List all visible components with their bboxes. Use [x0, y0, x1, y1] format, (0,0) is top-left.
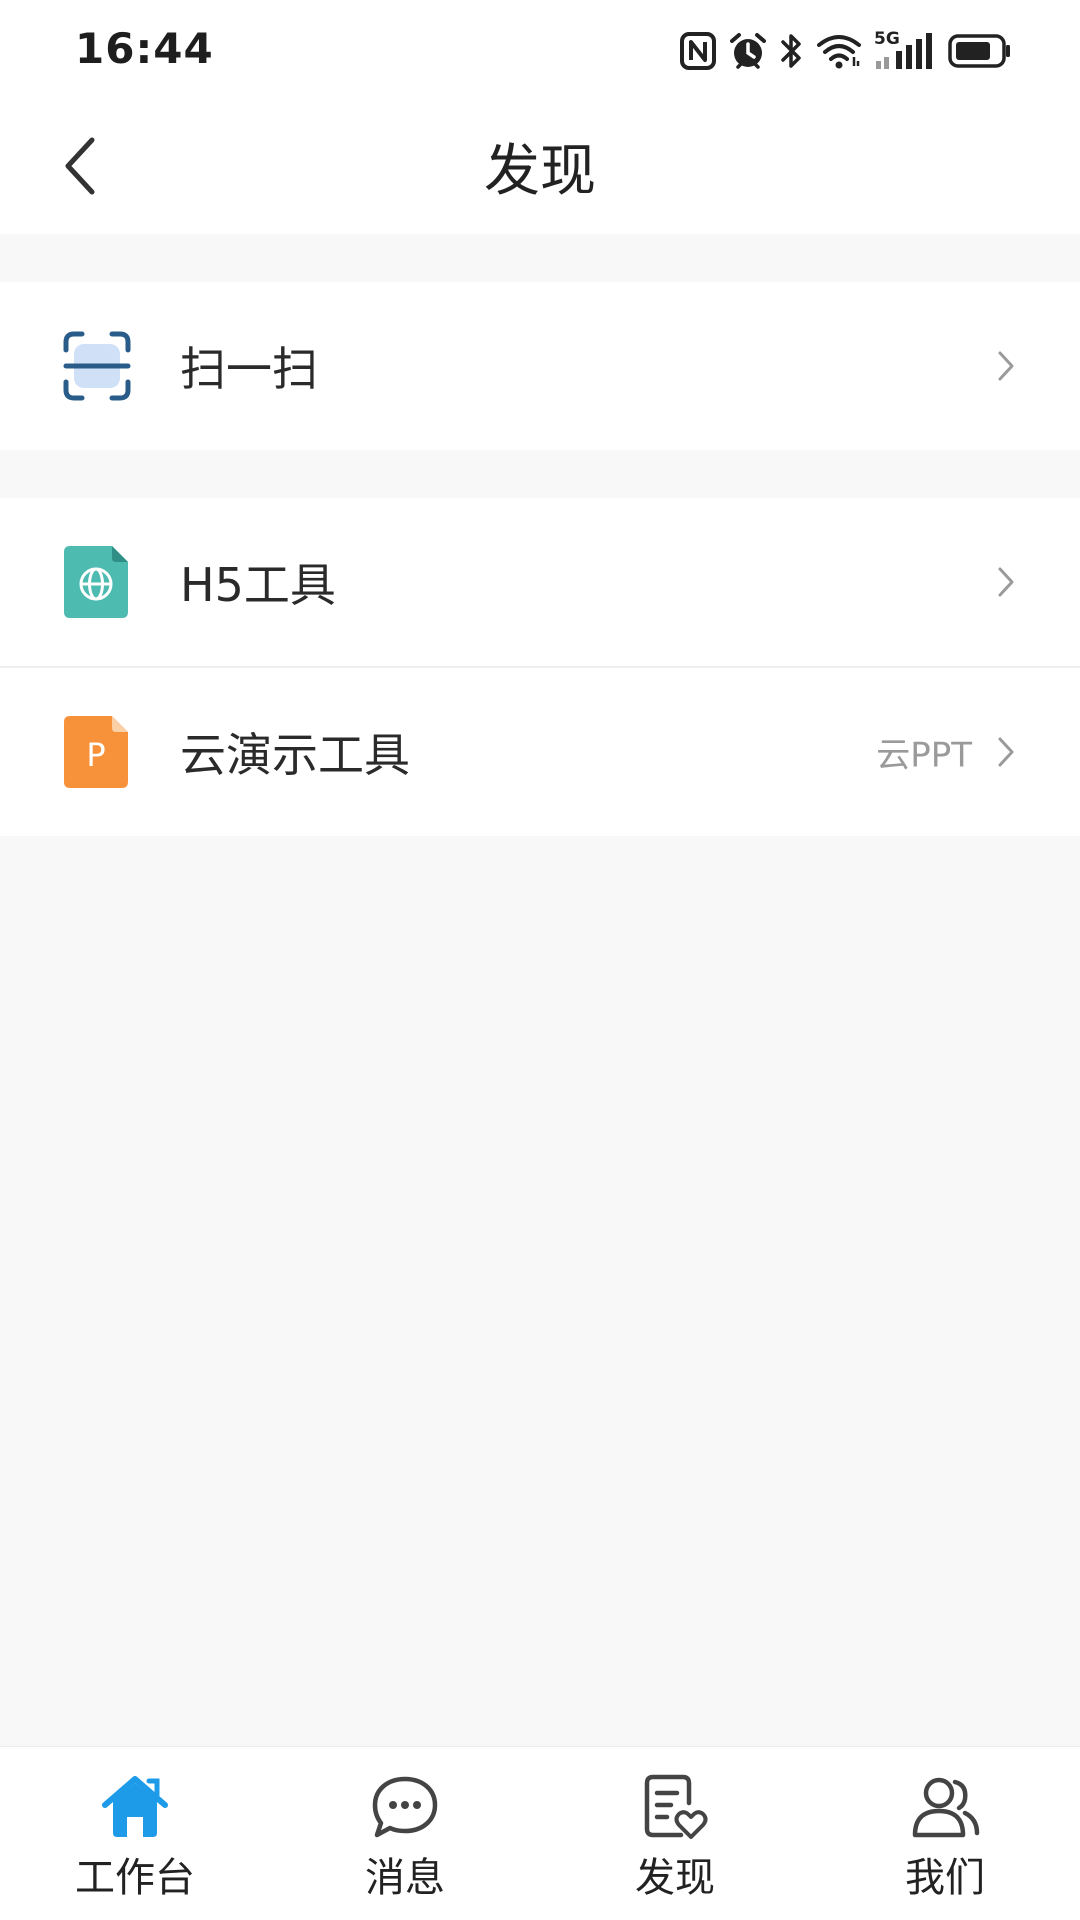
menu-item-extra: 云PPT	[876, 735, 972, 776]
chevron-right-icon	[994, 349, 1018, 383]
h5-globe-file-icon	[62, 546, 132, 618]
menu-item-h5-tools[interactable]: H5工具	[0, 498, 1080, 666]
bottom-nav: 工作台 消息 发现 我们	[0, 1746, 1080, 1920]
menu-group-tools: H5工具 P 云演示工具 云PPT	[0, 498, 1080, 836]
status-time: 16:44	[75, 24, 214, 73]
menu-item-scan[interactable]: 扫一扫	[0, 282, 1080, 450]
nav-item-workbench[interactable]: 工作台	[0, 1747, 270, 1920]
nav-item-discover[interactable]: 发现	[540, 1747, 810, 1920]
chat-bubble-icon	[369, 1773, 441, 1841]
discover-screen: 16:44 5G 发现 扫一扫 H5工具 P 云演示工具 云PPT 工作台 消息…	[0, 0, 1080, 1920]
nav-item-messages[interactable]: 消息	[270, 1747, 540, 1920]
scan-icon	[62, 330, 132, 402]
alarm-icon	[728, 31, 768, 71]
home-icon	[99, 1773, 171, 1841]
chevron-right-icon	[994, 565, 1018, 599]
menu-group-scan: 扫一扫	[0, 282, 1080, 450]
wifi-icon	[816, 33, 862, 69]
menu-item-label: 扫一扫	[180, 342, 318, 396]
menu-item-label: H5工具	[180, 558, 336, 612]
top-header: 发现	[0, 104, 1080, 234]
battery-icon	[948, 33, 1012, 69]
status-bar: 16:44 5G	[0, 0, 1080, 104]
nav-item-us[interactable]: 我们	[810, 1747, 1080, 1920]
nav-label: 发现	[635, 1855, 715, 1901]
nfc-icon	[680, 32, 716, 70]
chevron-right-icon	[994, 735, 1018, 769]
nav-label: 消息	[365, 1855, 445, 1901]
nav-label: 我们	[905, 1855, 985, 1901]
status-icons: 5G	[680, 28, 1012, 74]
menu-item-cloud-presentation[interactable]: P 云演示工具 云PPT	[0, 666, 1080, 836]
signal-5g-icon: 5G	[874, 29, 936, 71]
ppt-file-icon: P	[62, 716, 132, 788]
nav-label: 工作台	[75, 1855, 195, 1901]
ppt-icon-letter: P	[86, 736, 105, 774]
bluetooth-icon	[780, 31, 804, 71]
people-icon	[909, 1773, 981, 1841]
page-title: 发现	[484, 139, 596, 204]
discover-note-heart-icon	[639, 1773, 711, 1841]
menu-item-label: 云演示工具	[180, 728, 410, 782]
